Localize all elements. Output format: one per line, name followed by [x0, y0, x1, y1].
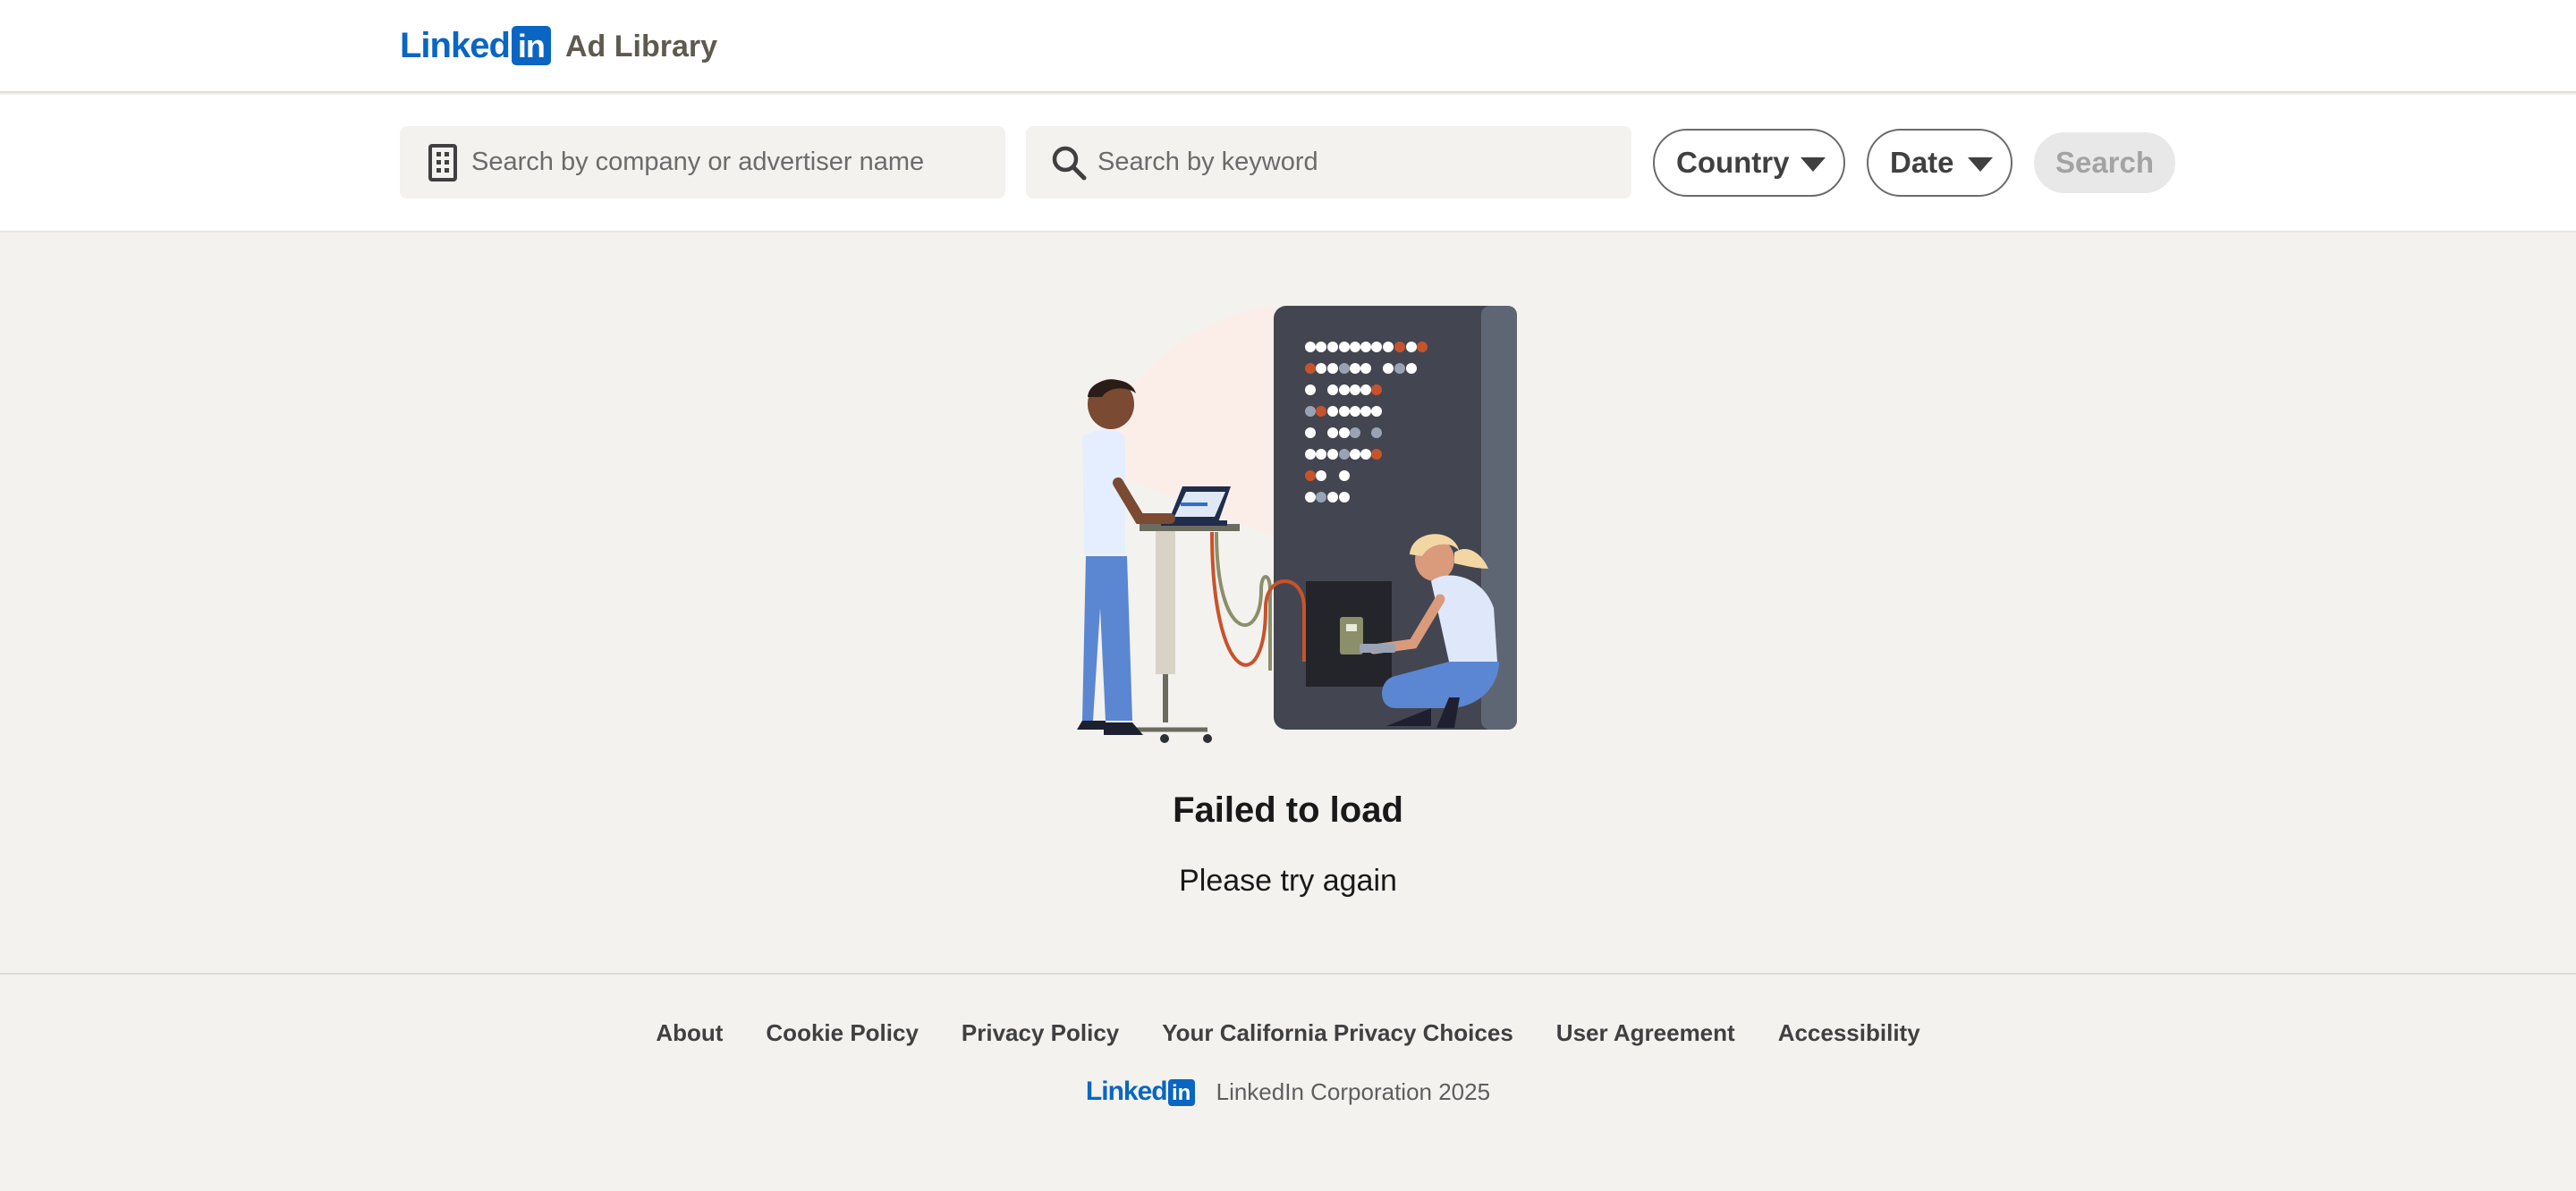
footer-link-user-agreement[interactable]: User Agreement [1556, 1019, 1735, 1047]
error-title: Failed to load [1173, 790, 1403, 830]
country-dropdown[interactable]: Country [1653, 129, 1845, 197]
keyword-search-input[interactable] [1097, 148, 1631, 177]
keyword-search-field[interactable] [1026, 126, 1631, 198]
copyright-text: LinkedIn Corporation 2025 [1216, 1077, 1491, 1105]
error-subtitle: Please try again [1179, 864, 1397, 898]
footer-logo-wordmark: Linked [1085, 1077, 1168, 1106]
date-dropdown-label: Date [1890, 146, 1954, 179]
top-header: Linked in Ad Library [0, 0, 2576, 93]
footer-logo-in-badge: in [1167, 1079, 1195, 1106]
search-bar: Country Date Search [0, 95, 2576, 232]
product-name[interactable]: Ad Library [565, 27, 717, 66]
footer-link-accessibility[interactable]: Accessibility [1778, 1019, 1920, 1047]
linkedin-logo[interactable]: Linked in [400, 25, 551, 66]
country-dropdown-label: Country [1676, 146, 1790, 179]
company-search-input[interactable] [471, 148, 1005, 177]
footer-link-about[interactable]: About [656, 1019, 723, 1047]
footer-link-privacy-policy[interactable]: Privacy Policy [962, 1019, 1119, 1047]
building-icon [423, 143, 462, 182]
search-button[interactable]: Search [2034, 132, 2175, 193]
search-icon [1049, 143, 1089, 182]
date-dropdown[interactable]: Date [1867, 129, 2012, 197]
error-illustration [1055, 304, 1521, 769]
footer-divider [0, 973, 2576, 975]
logo-wordmark: Linked [400, 26, 511, 65]
caret-down-icon [1801, 157, 1826, 172]
footer-link-california-privacy[interactable]: Your California Privacy Choices [1162, 1019, 1513, 1047]
footer-bottom: Linked in LinkedIn Corporation 2025 [0, 1077, 2576, 1107]
caret-down-icon [1968, 157, 1993, 172]
footer-link-cookie-policy[interactable]: Cookie Policy [766, 1019, 919, 1047]
footer-logo[interactable]: Linked in [1086, 1077, 1195, 1107]
company-search-field[interactable] [400, 126, 1005, 198]
footer-links: About Cookie Policy Privacy Policy Your … [0, 1019, 2576, 1047]
logo-in-badge: in [511, 26, 551, 65]
